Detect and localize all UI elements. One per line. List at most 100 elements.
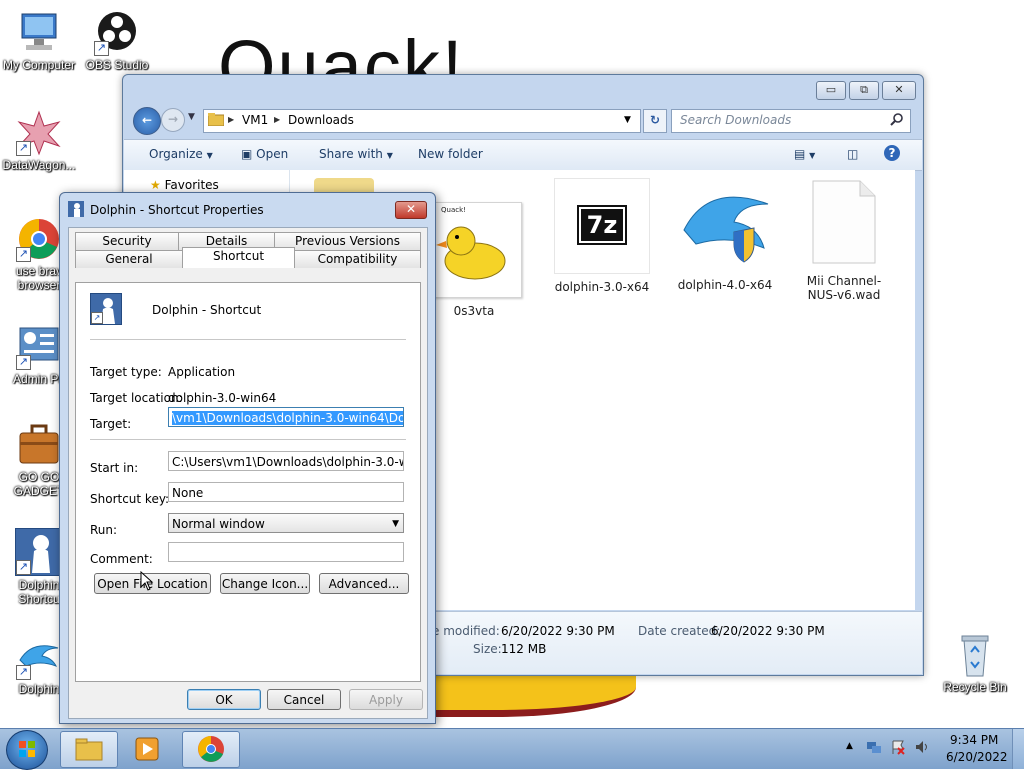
- minimize-button[interactable]: ▭: [816, 81, 846, 100]
- dialog-close-button[interactable]: ✕: [395, 201, 427, 219]
- target-field-value: \vm1\Downloads\dolphin-3.0-win64\Dolphin…: [172, 411, 403, 425]
- size-value: 112 MB: [501, 642, 547, 656]
- preview-pane-button[interactable]: ◫: [847, 147, 858, 161]
- admin-panel-icon: ↗: [16, 324, 62, 370]
- run-select-value: Normal window: [172, 517, 265, 531]
- back-arrow-icon: ←: [141, 113, 153, 127]
- taskbar-explorer-button[interactable]: [60, 731, 118, 768]
- target-type-value: Application: [168, 365, 236, 379]
- taskbar-chrome-button[interactable]: [182, 731, 240, 768]
- briefcase-icon: [16, 422, 62, 468]
- file-item[interactable]: 7z dolphin-3.0-x64: [554, 178, 650, 294]
- date-created-label: Date created:: [638, 624, 721, 638]
- file-name: dolphin-4.0-x64: [677, 278, 773, 292]
- desktop-icon-my-computer[interactable]: My Computer: [0, 10, 78, 72]
- breadcrumb-vm1[interactable]: VM1: [242, 113, 268, 127]
- clock-date[interactable]: 6/20/2022: [946, 750, 1008, 764]
- start-in-field[interactable]: C:\Users\vm1\Downloads\dolphin-3.0-win64: [168, 451, 404, 471]
- computer-icon: [16, 10, 62, 56]
- volume-icon[interactable]: [914, 739, 930, 758]
- close-icon: ✕: [894, 83, 904, 96]
- advanced-button[interactable]: Advanced...: [319, 573, 409, 594]
- target-label: Target:: [90, 417, 132, 431]
- organize-menu[interactable]: Organize ▼: [149, 147, 213, 161]
- new-folder-button[interactable]: New folder: [418, 147, 483, 161]
- desktop-icon-obs-studio[interactable]: ↗ OBS Studio: [78, 10, 156, 72]
- run-select[interactable]: Normal window ▼: [168, 513, 404, 533]
- show-hidden-icons-button[interactable]: ▲: [846, 741, 853, 751]
- share-with-menu[interactable]: Share with ▼: [319, 147, 393, 161]
- desktop-icon-recycle-bin[interactable]: Recycle Bin: [936, 632, 1014, 694]
- target-field[interactable]: \vm1\Downloads\dolphin-3.0-win64\Dolphin…: [168, 407, 404, 427]
- shortcut-key-field[interactable]: None: [168, 482, 404, 502]
- forward-button[interactable]: →: [161, 108, 185, 132]
- duck-image-thumbnail: Quack!: [426, 202, 522, 298]
- shortcut-arrow-icon: ↗: [16, 247, 31, 262]
- minimize-icon: ▭: [825, 83, 837, 96]
- folder-icon: [207, 112, 225, 129]
- star-icon: ★: [150, 178, 161, 192]
- clock-time[interactable]: 9:34 PM: [950, 733, 998, 747]
- chevron-down-icon: ▼: [386, 151, 393, 160]
- file-item[interactable]: Mii Channel-NUS-v6.wad: [796, 180, 892, 302]
- tab-previous-versions[interactable]: Previous Versions: [274, 232, 421, 250]
- nav-favorites[interactable]: ★ Favorites: [150, 178, 219, 192]
- desktop-icon-datawagon[interactable]: ↗ DataWagon...: [0, 110, 78, 172]
- organize-label: Organize: [149, 147, 203, 161]
- address-bar[interactable]: ▶ VM1 ▶ Downloads ▼: [203, 109, 641, 133]
- action-center-flag-icon[interactable]: [890, 739, 906, 758]
- chrome-icon: [198, 736, 224, 762]
- search-input[interactable]: Search Downloads: [671, 109, 911, 133]
- apply-button[interactable]: Apply: [349, 689, 423, 710]
- breadcrumb-downloads[interactable]: Downloads: [288, 113, 354, 127]
- close-button[interactable]: ✕: [882, 81, 916, 100]
- recycle-bin-icon: [952, 632, 998, 678]
- tab-shortcut[interactable]: Shortcut: [182, 247, 295, 268]
- dialog-title: Dolphin - Shortcut Properties: [90, 203, 264, 217]
- help-button[interactable]: ?: [884, 145, 900, 161]
- shortcut-tab-panel: ↗ Dolphin - Shortcut Target type: Applic…: [75, 282, 421, 682]
- file-name: Mii Channel-NUS-v6.wad: [806, 274, 882, 302]
- refresh-icon: ↻: [649, 113, 661, 127]
- open-button[interactable]: ▣ Open: [241, 147, 288, 161]
- tab-security[interactable]: Security: [75, 232, 179, 250]
- comment-field[interactable]: [168, 542, 404, 562]
- run-label: Run:: [90, 523, 118, 537]
- chevron-down-icon: ▼: [809, 151, 816, 160]
- file-item[interactable]: Quack! 0s3vta: [426, 202, 522, 318]
- maximize-button[interactable]: ⧉: [849, 81, 879, 100]
- dolphin-icon: ↗: [16, 634, 62, 680]
- tab-general[interactable]: General: [75, 250, 183, 268]
- target-type-label: Target type:: [90, 365, 162, 379]
- document-file-icon: [812, 180, 876, 264]
- start-in-label: Start in:: [90, 461, 139, 475]
- address-dropdown-icon[interactable]: ▼: [624, 115, 631, 125]
- network-icon[interactable]: [866, 739, 882, 758]
- taskbar-media-player-button[interactable]: [120, 731, 176, 766]
- back-button[interactable]: ←: [133, 107, 161, 135]
- recent-pages-chevron-icon[interactable]: ▼: [188, 112, 195, 122]
- shortcut-properties-dialog[interactable]: Dolphin - Shortcut Properties ✕ Security…: [59, 192, 436, 724]
- mouse-cursor-icon: [140, 570, 154, 594]
- preview-pane-icon: ◫: [847, 147, 859, 161]
- cancel-button[interactable]: Cancel: [267, 689, 341, 710]
- divider: [90, 339, 406, 340]
- search-placeholder: Search Downloads: [680, 113, 792, 127]
- datawagon-icon: ↗: [16, 110, 62, 156]
- wallpaper-duck-graphic: [436, 676, 636, 717]
- command-bar: Organize ▼ ▣ Open Share with ▼ New folde…: [124, 139, 922, 171]
- shortcut-key-label: Shortcut key:: [90, 492, 170, 506]
- refresh-button[interactable]: ↻: [643, 109, 667, 133]
- change-view-button[interactable]: ▤ ▼: [794, 147, 815, 161]
- media-player-icon: [135, 737, 159, 761]
- shortcut-arrow-icon: ↗: [91, 312, 103, 324]
- view-icon: ▤: [794, 147, 806, 161]
- archive-7z-icon: 7z: [554, 178, 650, 274]
- ok-button[interactable]: OK: [187, 689, 261, 710]
- file-item[interactable]: dolphin-4.0-x64: [677, 178, 773, 292]
- tab-compatibility[interactable]: Compatibility: [294, 250, 421, 268]
- shortcut-arrow-icon: ↗: [16, 141, 31, 156]
- start-button[interactable]: [6, 730, 48, 770]
- show-desktop-button[interactable]: [1012, 729, 1024, 769]
- change-icon-button[interactable]: Change Icon...: [220, 573, 310, 594]
